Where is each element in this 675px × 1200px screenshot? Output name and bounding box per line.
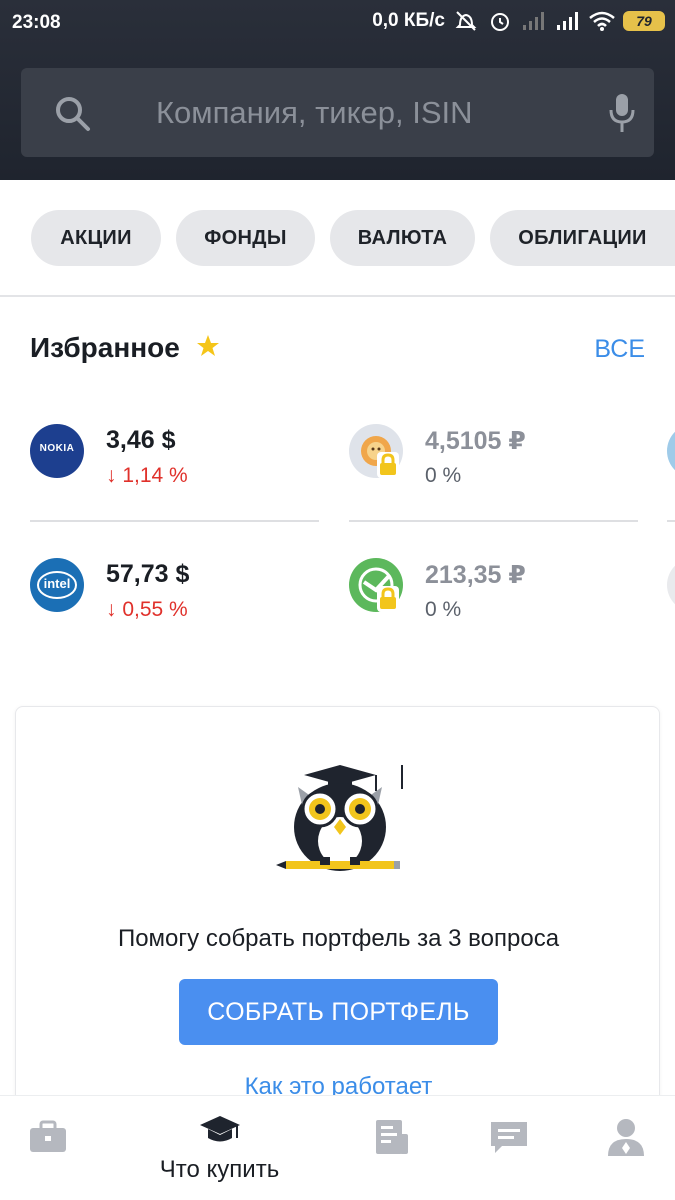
wifi-icon bbox=[589, 11, 615, 31]
divider bbox=[30, 520, 319, 522]
nav-label: Что купить bbox=[159, 1156, 280, 1183]
portfolio-promo-card: Помогу собрать портфель за 3 вопроса СОБ… bbox=[15, 706, 660, 1126]
nav-profile[interactable] bbox=[558, 1096, 675, 1200]
header: 23:08 0,0 КБ/с 79 Компания, тикер, ISIN bbox=[0, 0, 675, 180]
asset-price: 213,35 ₽ bbox=[425, 561, 526, 589]
profile-icon bbox=[608, 1119, 644, 1156]
signal-icon bbox=[557, 12, 578, 30]
network-speed: 0,0 КБ/с bbox=[372, 10, 445, 31]
lock-icon bbox=[377, 452, 399, 478]
favorite-item-intel[interactable]: intel 57,73 $ ↓ 0,55 % bbox=[30, 536, 320, 646]
asset-change: 0 % bbox=[425, 464, 462, 487]
promo-text: Помогу собрать портфель за 3 вопроса bbox=[117, 925, 560, 952]
nav-chat[interactable] bbox=[441, 1096, 576, 1200]
intel-logo: intel bbox=[30, 558, 84, 612]
mic-icon[interactable] bbox=[607, 92, 637, 134]
status-time: 23:08 bbox=[12, 12, 61, 33]
alarm-icon bbox=[491, 13, 509, 31]
battery-icon: 79 bbox=[623, 11, 665, 31]
category-filters: АКЦИИ ФОНДЫ ВАЛЮТА ОБЛИГАЦИИ bbox=[0, 180, 675, 297]
asset-price: 4,5105 ₽ bbox=[425, 427, 526, 455]
signal-icon bbox=[523, 12, 544, 30]
favorites-title: Избранное bbox=[30, 332, 180, 363]
status-right: 0,0 КБ/с 79 bbox=[372, 10, 665, 32]
divider bbox=[667, 520, 675, 522]
nav-portfolio[interactable] bbox=[0, 1096, 115, 1200]
asset-price: 3,46 $ bbox=[106, 426, 176, 454]
app-screen: 23:08 0,0 КБ/с 79 Компания, тикер, ISIN … bbox=[0, 0, 675, 1200]
lock-icon bbox=[377, 586, 399, 612]
asset-change: ↓ 0,55 % bbox=[106, 598, 188, 621]
owl-mascot-icon bbox=[276, 765, 403, 871]
nav-news[interactable] bbox=[323, 1096, 458, 1200]
asset-price: 57,73 $ bbox=[106, 560, 190, 588]
filter-funds[interactable]: ФОНДЫ bbox=[176, 210, 315, 266]
build-portfolio-button[interactable]: СОБРАТЬ ПОРТФЕЛЬ bbox=[179, 979, 498, 1045]
chat-icon bbox=[491, 1122, 527, 1153]
star-icon bbox=[197, 335, 219, 356]
news-icon bbox=[376, 1120, 408, 1154]
favorites-all-link[interactable]: ВСЕ bbox=[594, 335, 645, 364]
filter-currency[interactable]: ВАЛЮТА bbox=[330, 210, 475, 266]
alarm-off-icon bbox=[455, 11, 477, 31]
asset-change: 0 % bbox=[425, 598, 462, 621]
briefcase-icon bbox=[30, 1120, 66, 1152]
search-bar[interactable] bbox=[21, 68, 654, 157]
search-input[interactable] bbox=[156, 86, 566, 140]
nokia-logo-text: NOKIA bbox=[39, 443, 75, 454]
intel-logo-text: intel bbox=[43, 576, 71, 591]
favorite-item-peek bbox=[667, 424, 675, 478]
asset-change: ↓ 1,14 % bbox=[106, 464, 188, 487]
divider bbox=[349, 520, 638, 522]
favorite-item-nokia[interactable]: NOKIA 3,46 $ ↓ 1,14 % bbox=[30, 402, 320, 522]
favorite-item-locked-1[interactable]: 4,5105 ₽ 0 % bbox=[349, 402, 639, 522]
filter-stocks[interactable]: АКЦИИ bbox=[31, 210, 161, 266]
nokia-logo: NOKIA bbox=[30, 424, 84, 478]
graduation-cap-icon bbox=[200, 1116, 240, 1142]
status-bar: 23:08 0,0 КБ/с 79 bbox=[0, 0, 675, 46]
favorite-item-locked-2[interactable]: 213,35 ₽ 0 % bbox=[349, 536, 639, 646]
favorite-item-peek bbox=[667, 558, 675, 612]
search-icon[interactable] bbox=[53, 94, 93, 134]
filter-bonds[interactable]: ОБЛИГАЦИИ bbox=[490, 210, 675, 266]
nav-what-to-buy[interactable]: Что купить bbox=[152, 1096, 287, 1200]
bottom-navigation: Что купить bbox=[0, 1095, 675, 1200]
